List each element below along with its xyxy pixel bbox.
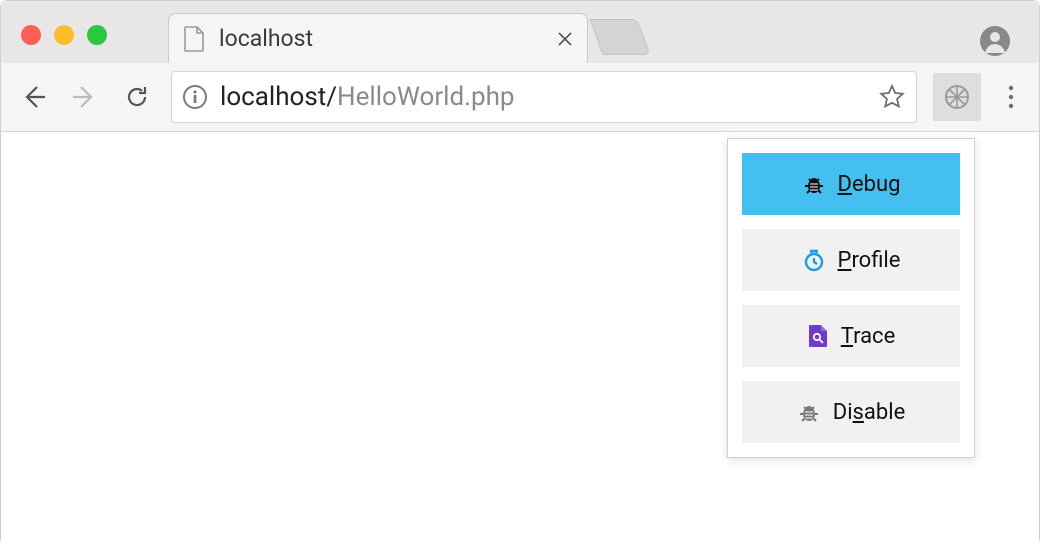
reload-button[interactable] (119, 79, 155, 115)
window-minimize-button[interactable] (54, 25, 74, 45)
magnify-doc-icon (807, 324, 829, 348)
menu-item-label: Trace (841, 324, 896, 349)
menu-item-disable[interactable]: Disable (742, 381, 960, 443)
url-text: localhost/HelloWorld.php (220, 82, 866, 112)
url-host: localhost/ (220, 82, 337, 112)
menu-item-profile[interactable]: Profile (742, 229, 960, 291)
close-icon[interactable] (557, 31, 573, 47)
site-info-icon[interactable] (182, 84, 208, 110)
url-path: HelloWorld.php (337, 82, 514, 112)
browser-tab[interactable]: localhost (168, 13, 588, 63)
bug-icon (802, 172, 826, 196)
menu-item-debug[interactable]: Debug (742, 153, 960, 215)
tab-title: localhost (219, 25, 543, 52)
page-icon (183, 26, 205, 52)
browser-chrome: localhost (1, 1, 1039, 132)
menu-item-trace[interactable]: Trace (742, 305, 960, 367)
tab-strip: localhost (1, 1, 1039, 63)
profile-icon[interactable] (979, 25, 1011, 57)
forward-button[interactable] (67, 79, 103, 115)
browser-menu-button[interactable] (997, 79, 1025, 115)
back-button[interactable] (15, 79, 51, 115)
address-bar[interactable]: localhost/HelloWorld.php (171, 71, 917, 123)
star-icon[interactable] (878, 83, 906, 111)
xdebug-extension-button[interactable] (933, 73, 981, 121)
bug-icon (797, 400, 821, 424)
menu-item-label: Disable (833, 400, 906, 425)
menu-item-label: Profile (838, 248, 901, 273)
clock-icon (802, 248, 826, 272)
traffic-lights (21, 25, 107, 45)
page-content: Debug Profile Trace Disable (1, 132, 1039, 546)
menu-item-label: Debug (838, 172, 901, 197)
window-zoom-button[interactable] (87, 25, 107, 45)
window-close-button[interactable] (21, 25, 41, 45)
tabs-row: localhost (168, 1, 644, 63)
xdebug-popup: Debug Profile Trace Disable (727, 138, 975, 458)
nav-row: localhost/HelloWorld.php (1, 63, 1039, 131)
new-tab-button[interactable] (589, 19, 650, 55)
